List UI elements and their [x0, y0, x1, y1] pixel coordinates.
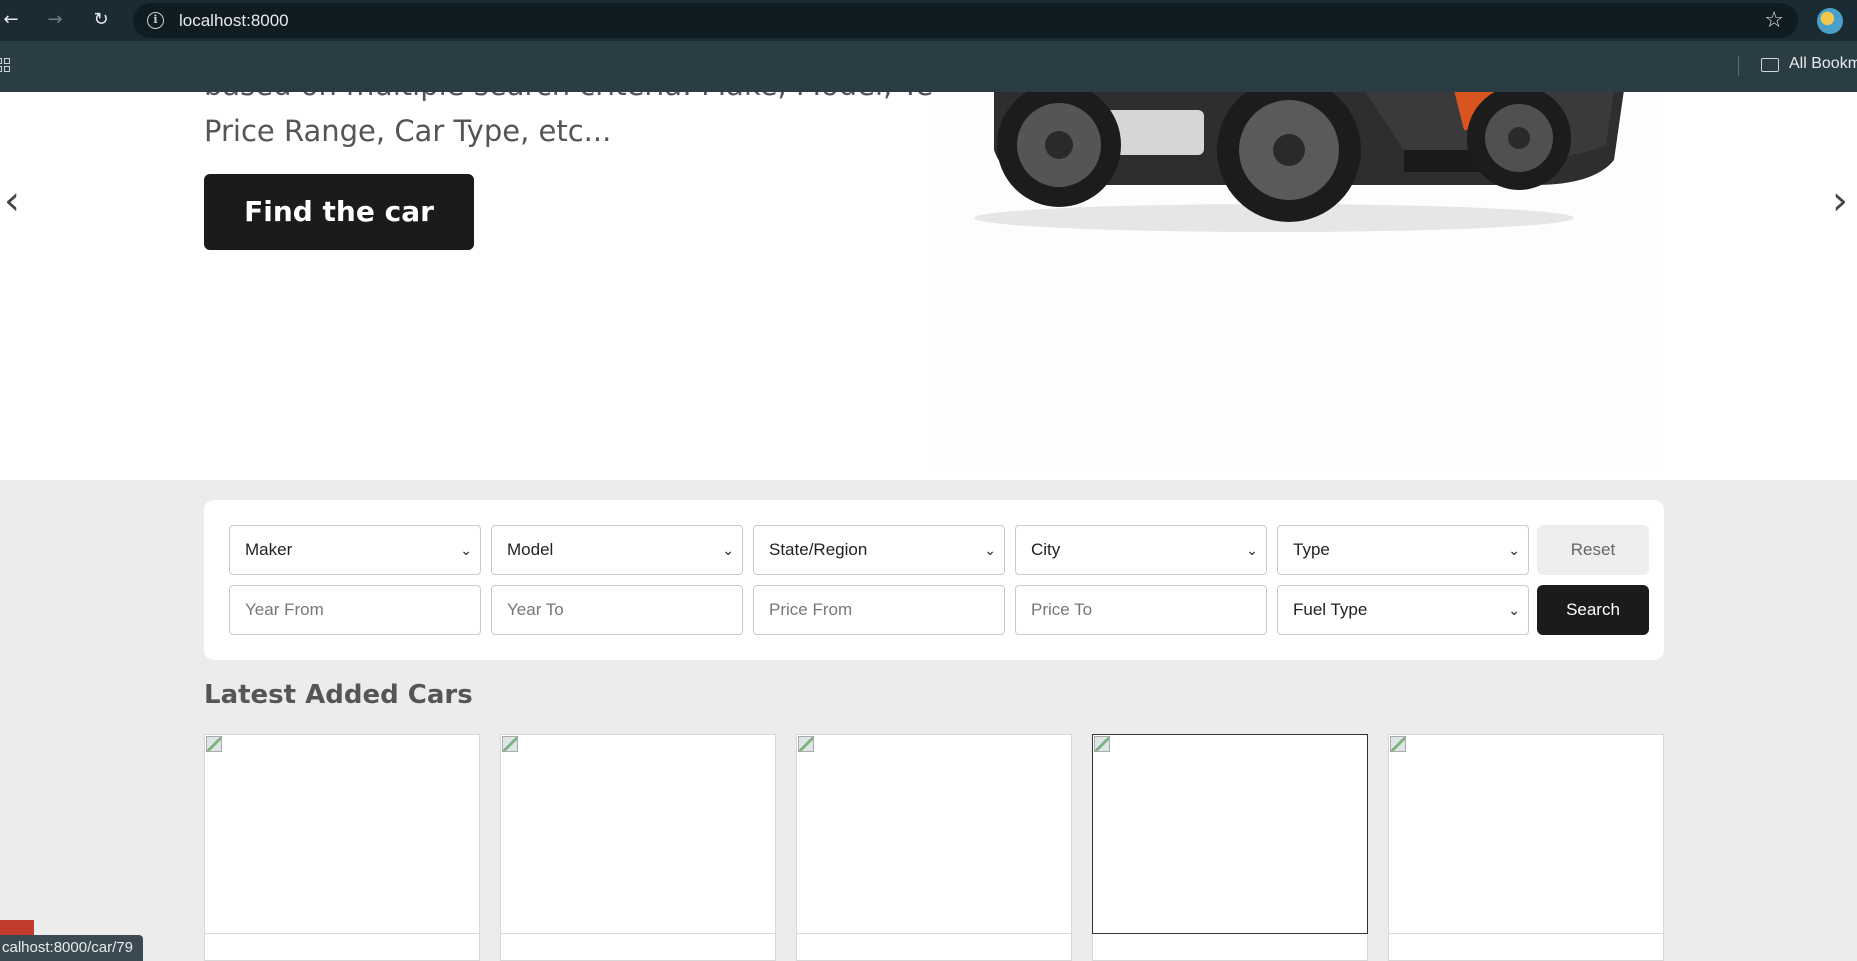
- bookmarks-divider: [1738, 56, 1739, 76]
- maker-select-value: Maker: [245, 540, 293, 559]
- fuel-type-select[interactable]: Fuel Type ⌄: [1277, 585, 1529, 635]
- model-select-value: Model: [507, 540, 554, 559]
- chevron-down-icon: ⌄: [460, 542, 472, 558]
- city-select[interactable]: City ⌄: [1015, 525, 1267, 575]
- link-status-bar: calhost:8000/car/79: [0, 935, 143, 961]
- broken-image-icon: [798, 736, 814, 752]
- car-card-body[interactable]: [204, 934, 480, 961]
- year-from-input[interactable]: Year From: [229, 585, 481, 635]
- status-accent: [0, 920, 34, 936]
- type-select[interactable]: Type ⌄: [1277, 525, 1529, 575]
- back-arrow-icon[interactable]: ←: [0, 9, 22, 31]
- car-card[interactable]: [500, 734, 776, 934]
- folder-icon: [1761, 58, 1779, 72]
- reset-button[interactable]: Reset: [1537, 525, 1649, 575]
- price-from-input[interactable]: Price From: [753, 585, 1005, 635]
- apps-grid-icon[interactable]: [0, 58, 16, 74]
- city-select-value: City: [1031, 540, 1061, 559]
- chevron-down-icon: ⌄: [722, 542, 734, 558]
- bookmarks-bar: All Bookm: [0, 41, 1857, 92]
- hero-description: Price Range, Car Type, etc...: [204, 114, 612, 148]
- car-card[interactable]: [204, 734, 480, 934]
- type-select-value: Type: [1293, 540, 1330, 559]
- broken-image-icon: [502, 736, 518, 752]
- state-region-select[interactable]: State/Region ⌄: [753, 525, 1005, 575]
- car-illustration: [934, 92, 1664, 472]
- car-card-body[interactable]: [796, 934, 1072, 961]
- address-url[interactable]: localhost:8000: [179, 11, 289, 31]
- chevron-down-icon: ⌄: [984, 542, 996, 558]
- chevron-down-icon: ⌄: [1508, 602, 1520, 618]
- broken-image-icon: [206, 736, 222, 752]
- carousel-prev-icon[interactable]: ‹: [4, 178, 20, 224]
- price-to-input[interactable]: Price To: [1015, 585, 1267, 635]
- state-region-select-value: State/Region: [769, 540, 868, 559]
- chevron-down-icon: ⌄: [1246, 542, 1258, 558]
- profile-avatar-icon[interactable]: [1817, 8, 1843, 34]
- hero-car-image: [934, 92, 1664, 472]
- broken-image-icon: [1094, 736, 1110, 752]
- car-card-body[interactable]: [1092, 934, 1368, 961]
- car-card[interactable]: [1388, 734, 1664, 934]
- browser-toolbar: ← → ↻ i localhost:8000 ☆: [0, 0, 1857, 41]
- reload-icon[interactable]: ↻: [90, 9, 112, 31]
- car-search-form: Maker ⌄ Model ⌄ State/Region ⌄ City ⌄ Ty…: [204, 500, 1664, 660]
- find-the-car-button[interactable]: Find the car: [204, 174, 474, 250]
- hero-section: based on multiple search criteria: Make,…: [0, 92, 1857, 480]
- car-card-body[interactable]: [1388, 934, 1664, 961]
- model-select[interactable]: Model ⌄: [491, 525, 743, 575]
- chevron-down-icon: ⌄: [1508, 542, 1520, 558]
- hero-clipped-text: based on multiple search criteria: Make,…: [204, 92, 972, 102]
- car-card-hovered[interactable]: [1092, 734, 1368, 934]
- latest-cars-title: Latest Added Cars: [204, 680, 473, 710]
- bookmark-star-icon[interactable]: ☆: [1764, 8, 1784, 33]
- all-bookmarks-link[interactable]: All Bookm: [1789, 55, 1857, 73]
- maker-select[interactable]: Maker ⌄: [229, 525, 481, 575]
- address-bar[interactable]: i localhost:8000 ☆: [133, 3, 1798, 38]
- site-info-icon[interactable]: i: [147, 12, 164, 29]
- fuel-type-select-value: Fuel Type: [1293, 600, 1368, 619]
- car-card[interactable]: [796, 734, 1072, 934]
- carousel-next-icon[interactable]: ›: [1832, 178, 1848, 224]
- car-card-body[interactable]: [500, 934, 776, 961]
- broken-image-icon: [1390, 736, 1406, 752]
- year-to-input[interactable]: Year To: [491, 585, 743, 635]
- forward-arrow-icon[interactable]: →: [44, 9, 66, 31]
- search-button[interactable]: Search: [1537, 585, 1649, 635]
